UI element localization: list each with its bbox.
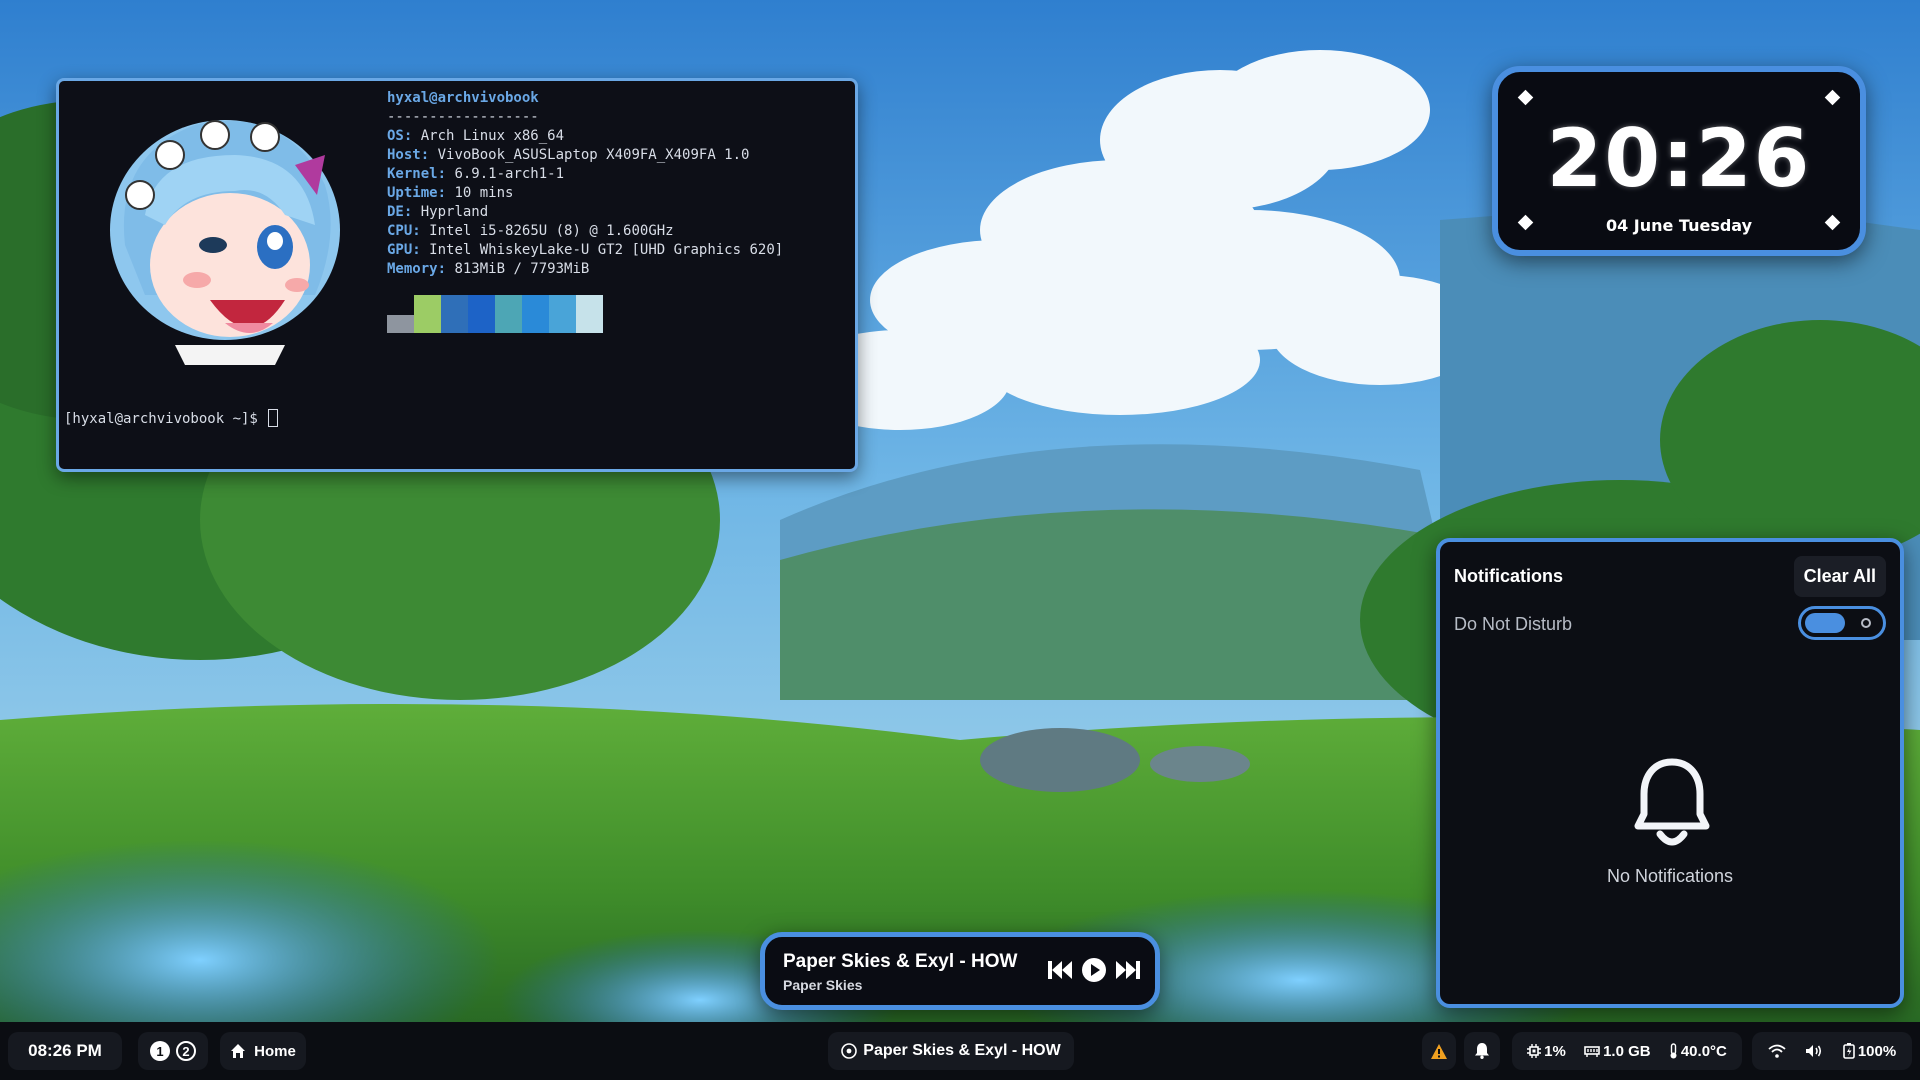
palette-swatch bbox=[549, 295, 576, 333]
workspace-label: 2 bbox=[182, 1043, 190, 1059]
notification-title: Notifications bbox=[1454, 566, 1564, 586]
cpu-value: 1% bbox=[1544, 1042, 1566, 1060]
clock-date: 04 June Tuesday bbox=[1605, 216, 1753, 235]
track-title: Paper Skies & Exyl - HOW bbox=[783, 951, 1018, 972]
status-bar: 08:26 PM 1 2 Home Paper Skies & Exyl - H… bbox=[0, 1022, 1920, 1080]
corner-diamond-icon bbox=[1517, 89, 1534, 106]
wifi-icon[interactable] bbox=[1768, 1044, 1786, 1058]
prompt-text: [hyxal@archvivobook ~]$ bbox=[64, 411, 267, 427]
thermometer-icon bbox=[1670, 1043, 1677, 1059]
warning-icon bbox=[1431, 1043, 1447, 1059]
clear-all-button[interactable]: Clear All bbox=[1793, 556, 1886, 597]
palette-swatch bbox=[414, 295, 441, 333]
memory-icon bbox=[1584, 1046, 1600, 1057]
palette-swatch bbox=[522, 295, 549, 333]
toggle-off-indicator bbox=[1861, 618, 1871, 628]
now-playing-text: Paper Skies & Exyl - HOW bbox=[863, 1042, 1061, 1059]
workspace-2[interactable]: 2 bbox=[176, 1041, 196, 1061]
fetch-key-uptime: Uptime bbox=[387, 185, 438, 201]
memory-stat: 1.0 GB bbox=[1584, 1043, 1651, 1060]
clock-time: 20:26 bbox=[1546, 112, 1812, 205]
fetch-value-uptime: 10 mins bbox=[454, 185, 514, 201]
clock-widget: 20:26 04 June Tuesday bbox=[1492, 66, 1866, 256]
color-palette bbox=[387, 295, 603, 333]
fetch-avatar-image bbox=[110, 120, 340, 365]
corner-diamond-icon bbox=[1824, 89, 1841, 106]
workspace-label: 1 bbox=[156, 1043, 164, 1059]
fetch-value-gpu: Intel WhiskeyLake-U GT2 [UHD Graphics 62… bbox=[429, 242, 784, 258]
bar-clock-text: 08:26 PM bbox=[28, 1041, 102, 1060]
battery-value: 100% bbox=[1857, 1042, 1897, 1060]
fetch-separator: ------------------ bbox=[387, 109, 539, 125]
fetch-key-os: OS bbox=[387, 128, 404, 144]
battery-icon bbox=[1843, 1043, 1855, 1059]
play-icon[interactable] bbox=[1081, 957, 1107, 983]
fetch-key-memory: Memory bbox=[387, 261, 438, 277]
palette-swatch bbox=[468, 295, 495, 333]
home-button[interactable]: Home bbox=[220, 1032, 306, 1070]
cpu-stat: 1% bbox=[1527, 1043, 1566, 1060]
memory-value: 1.0 GB bbox=[1603, 1042, 1651, 1060]
system-tray: 100% bbox=[1752, 1032, 1912, 1070]
fetch-key-kernel: Kernel bbox=[387, 166, 438, 182]
battery-stat[interactable]: 100% bbox=[1843, 1043, 1896, 1060]
music-icon bbox=[841, 1043, 858, 1059]
empty-notifications-text: No Notifications bbox=[1606, 866, 1734, 886]
media-controls bbox=[1047, 957, 1141, 983]
workspace-1[interactable]: 1 bbox=[150, 1041, 170, 1061]
track-artist: Paper Skies bbox=[783, 977, 863, 993]
do-not-disturb-toggle[interactable] bbox=[1798, 606, 1886, 640]
palette-swatch bbox=[576, 295, 603, 333]
fetch-info: hyxal@archvivobook ------------------ OS… bbox=[387, 90, 784, 277]
fetch-key-de: DE bbox=[387, 204, 404, 220]
update-warning[interactable] bbox=[1422, 1032, 1456, 1070]
fetch-value-de: Hyprland bbox=[420, 204, 489, 220]
fetch-key-gpu: GPU bbox=[387, 242, 413, 258]
fetch-value-host: VivoBook_ASUSLaptop X409FA_X409FA 1.0 bbox=[437, 147, 750, 163]
shell-prompt[interactable]: [hyxal@archvivobook ~]$ bbox=[64, 409, 279, 427]
fetch-key-host: Host bbox=[387, 147, 421, 163]
temperature-value: 40.0°C bbox=[1680, 1042, 1727, 1060]
palette-swatch bbox=[495, 295, 522, 333]
now-playing-indicator[interactable]: Paper Skies & Exyl - HOW bbox=[828, 1032, 1074, 1070]
bell-icon bbox=[1475, 1043, 1489, 1059]
bell-icon bbox=[1634, 758, 1710, 846]
home-label: Home bbox=[254, 1042, 296, 1060]
palette-swatch bbox=[387, 315, 414, 333]
fetch-value-memory: 813MiB / 7793MiB bbox=[454, 261, 590, 277]
fetch-user-host: hyxal@archvivobook bbox=[387, 90, 539, 106]
media-player-widget: Paper Skies & Exyl - HOW Paper Skies bbox=[760, 932, 1160, 1010]
system-stats[interactable]: 1% 1.0 GB 40.0°C bbox=[1512, 1032, 1742, 1070]
text-cursor bbox=[268, 409, 279, 427]
fetch-key-cpu: CPU bbox=[387, 223, 413, 239]
toggle-knob bbox=[1805, 613, 1845, 633]
volume-icon[interactable] bbox=[1805, 1044, 1823, 1058]
terminal-window[interactable]: hyxal@archvivobook ------------------ OS… bbox=[56, 78, 858, 472]
bar-clock[interactable]: 08:26 PM bbox=[8, 1032, 122, 1070]
fetch-value-kernel: 6.9.1-arch1-1 bbox=[454, 166, 565, 182]
workspace-switcher: 1 2 bbox=[138, 1032, 208, 1070]
do-not-disturb-label: Do Not Disturb bbox=[1454, 614, 1573, 634]
palette-swatch bbox=[441, 295, 468, 333]
temperature-stat: 40.0°C bbox=[1669, 1043, 1727, 1060]
notification-toggle[interactable] bbox=[1464, 1032, 1500, 1070]
next-icon[interactable] bbox=[1115, 959, 1141, 981]
home-icon bbox=[231, 1044, 246, 1058]
notification-center: Notifications Clear All Do Not Disturb N… bbox=[1436, 538, 1904, 1008]
cpu-icon bbox=[1527, 1044, 1542, 1058]
fetch-value-cpu: Intel i5-8265U (8) @ 1.600GHz bbox=[429, 223, 674, 239]
fetch-value-os: Arch Linux x86_64 bbox=[420, 128, 565, 144]
previous-icon[interactable] bbox=[1047, 959, 1073, 981]
